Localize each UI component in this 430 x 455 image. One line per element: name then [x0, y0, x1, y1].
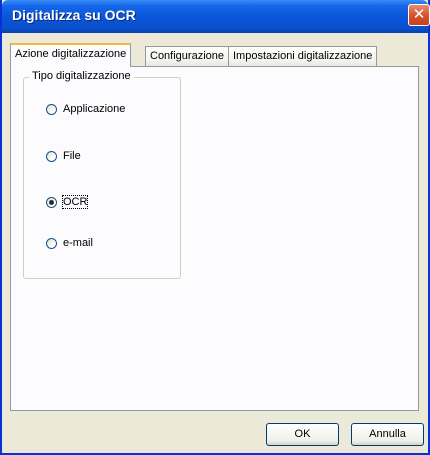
radio-label: OCR	[61, 195, 89, 209]
window-title: Digitalizza su OCR	[12, 7, 136, 23]
radio-applicazione[interactable]: Applicazione	[46, 101, 125, 117]
tab-panel: Tipo digitalizzazione Applicazione File …	[10, 66, 419, 411]
tab-label: Azione digitalizzazione	[15, 48, 127, 60]
radio-label: e-mail	[63, 237, 93, 249]
dialog-window: Digitalizza su OCR ✕ Azione digitalizzaz…	[0, 0, 430, 455]
radio-button-selected[interactable]	[46, 196, 57, 208]
groupbox-title: Tipo digitalizzazione	[29, 70, 134, 82]
cancel-button[interactable]: Annulla	[351, 423, 424, 446]
tab-label: Impostazioni digitalizzazione	[233, 50, 373, 62]
close-icon[interactable]: ✕	[408, 4, 430, 26]
tab-label: Configurazione	[150, 50, 224, 62]
radio-button[interactable]	[46, 150, 57, 162]
tab-configurazione[interactable]: Configurazione	[145, 46, 229, 66]
tab-impostazioni-digitalizzazione[interactable]: Impostazioni digitalizzazione	[228, 46, 378, 66]
radio-ocr[interactable]: OCR	[46, 194, 89, 210]
radio-label: File	[63, 150, 81, 162]
title-bar[interactable]: Digitalizza su OCR ✕	[2, 0, 430, 33]
radio-label: Applicazione	[63, 103, 126, 115]
tab-azione-digitalizzazione[interactable]: Azione digitalizzazione	[10, 43, 132, 67]
radio-button[interactable]	[46, 103, 57, 115]
scan-type-groupbox: Tipo digitalizzazione Applicazione File …	[23, 70, 181, 279]
radio-e-mail[interactable]: e-mail	[46, 235, 93, 251]
radio-file[interactable]: File	[46, 148, 81, 164]
radio-button[interactable]	[46, 237, 57, 249]
ok-button[interactable]: OK	[266, 423, 339, 446]
